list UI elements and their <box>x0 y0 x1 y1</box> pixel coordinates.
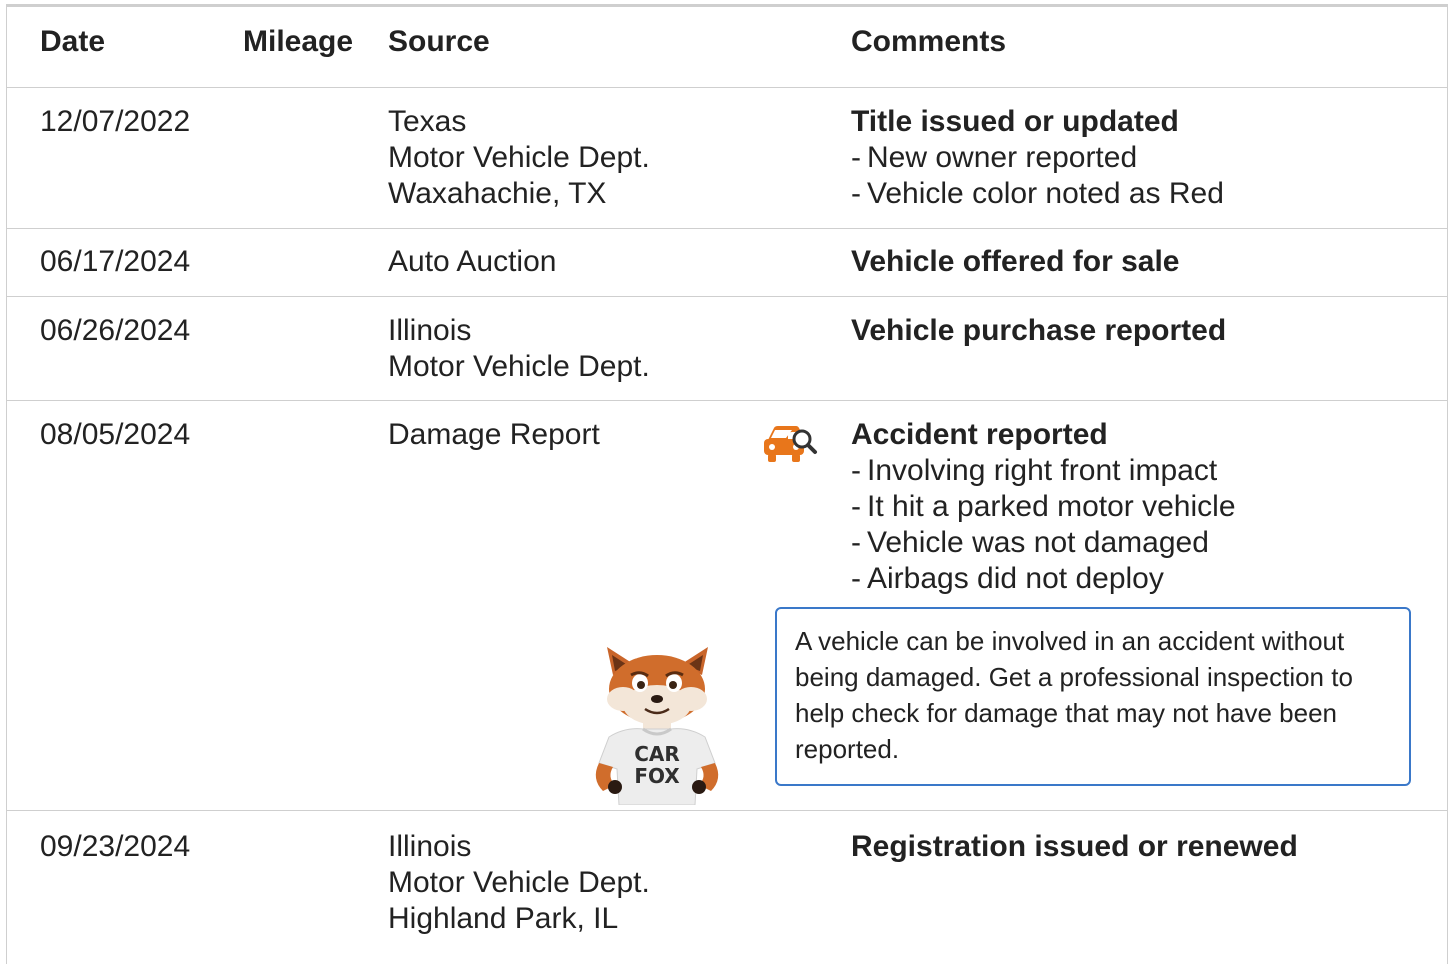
source-line: Auto Auction <box>388 245 557 278</box>
row-date: 06/17/2024 <box>40 245 191 278</box>
detail-text: Vehicle color noted as Red <box>867 177 1224 210</box>
row-source: Texas Motor Vehicle Dept. Waxahachie, TX <box>388 104 650 212</box>
detail-text: New owner reported <box>867 141 1138 174</box>
row-source: Damage Report <box>388 417 600 453</box>
accident-info-callout: A vehicle can be involved in an accident… <box>775 607 1411 786</box>
comment-detail: - Involving right front impact <box>851 453 1236 489</box>
row-comments: Registration issued or renewed <box>851 829 1298 865</box>
comment-detail: - Airbags did not deploy <box>851 561 1236 597</box>
source-line: Texas <box>388 105 467 138</box>
comment-detail: - New owner reported <box>851 140 1224 176</box>
header-mileage: Mileage <box>243 25 354 58</box>
dash: - <box>851 562 861 595</box>
table-row: 12/07/2022 Texas Motor Vehicle Dept. Wax… <box>7 88 1447 229</box>
row-date: 06/26/2024 <box>40 314 191 347</box>
table-row: 06/26/2024 Illinois Motor Vehicle Dept. … <box>7 297 1447 401</box>
header-source: Source <box>388 25 490 58</box>
row-comments: Accident reported - Involving right front… <box>851 417 1236 597</box>
source-line: Illinois <box>388 314 472 347</box>
dash: - <box>851 454 861 487</box>
dash: - <box>851 526 861 559</box>
row-comments: Vehicle purchase reported <box>851 313 1226 349</box>
comment-title: Accident reported <box>851 418 1108 451</box>
row-source: Illinois Motor Vehicle Dept. <box>388 313 650 385</box>
car-damage-search-icon <box>764 426 817 462</box>
detail-text: It hit a parked motor vehicle <box>867 490 1236 523</box>
row-comments: Vehicle offered for sale <box>851 244 1179 280</box>
source-line: Highland Park, IL <box>388 902 619 935</box>
source-line: Damage Report <box>388 418 600 451</box>
source-line: Motor Vehicle Dept. <box>388 866 650 899</box>
row-date: 08/05/2024 <box>40 418 191 451</box>
comment-title: Registration issued or renewed <box>851 830 1298 863</box>
row-date: 12/07/2022 <box>40 105 191 138</box>
comment-detail: - Vehicle was not damaged <box>851 525 1236 561</box>
row-comments: Title issued or updated - New owner repor… <box>851 104 1224 212</box>
source-line: Motor Vehicle Dept. <box>388 350 650 383</box>
row-date: 09/23/2024 <box>40 830 191 863</box>
comment-title: Vehicle purchase reported <box>851 314 1227 347</box>
table-header: Date Mileage Source Comments <box>7 7 1447 88</box>
detail-text: Airbags did not deploy <box>867 562 1164 595</box>
comment-detail: - It hit a parked motor vehicle <box>851 489 1236 525</box>
shirt-text-line1: CAR <box>634 742 680 766</box>
source-line: Motor Vehicle Dept. <box>388 141 650 174</box>
dash: - <box>851 490 861 523</box>
row-source: Illinois Motor Vehicle Dept. Highland Pa… <box>388 829 650 937</box>
header-comments: Comments <box>851 25 1007 58</box>
source-line: Waxahachie, TX <box>388 177 607 210</box>
dash: - <box>851 177 861 210</box>
table-row: 06/17/2024 Auto Auction Vehicle offered … <box>7 229 1447 297</box>
shirt-text-line2: FOX <box>634 764 680 788</box>
dash: - <box>851 141 861 174</box>
carfox-mascot-image: CAR FOX <box>595 647 719 805</box>
comment-title: Title issued or updated <box>851 105 1179 138</box>
comment-detail: - Vehicle color noted as Red <box>851 176 1224 212</box>
detail-text: Vehicle was not damaged <box>867 526 1209 559</box>
header-date: Date <box>40 25 106 58</box>
table-row: 09/23/2024 Illinois Motor Vehicle Dept. … <box>7 811 1447 971</box>
comment-title: Vehicle offered for sale <box>851 245 1180 278</box>
source-line: Illinois <box>388 830 472 863</box>
vehicle-history-table: Date Mileage Source Comments 12/07/2022 … <box>6 4 1448 964</box>
detail-text: Involving right front impact <box>867 454 1218 487</box>
row-source: Auto Auction <box>388 244 556 280</box>
